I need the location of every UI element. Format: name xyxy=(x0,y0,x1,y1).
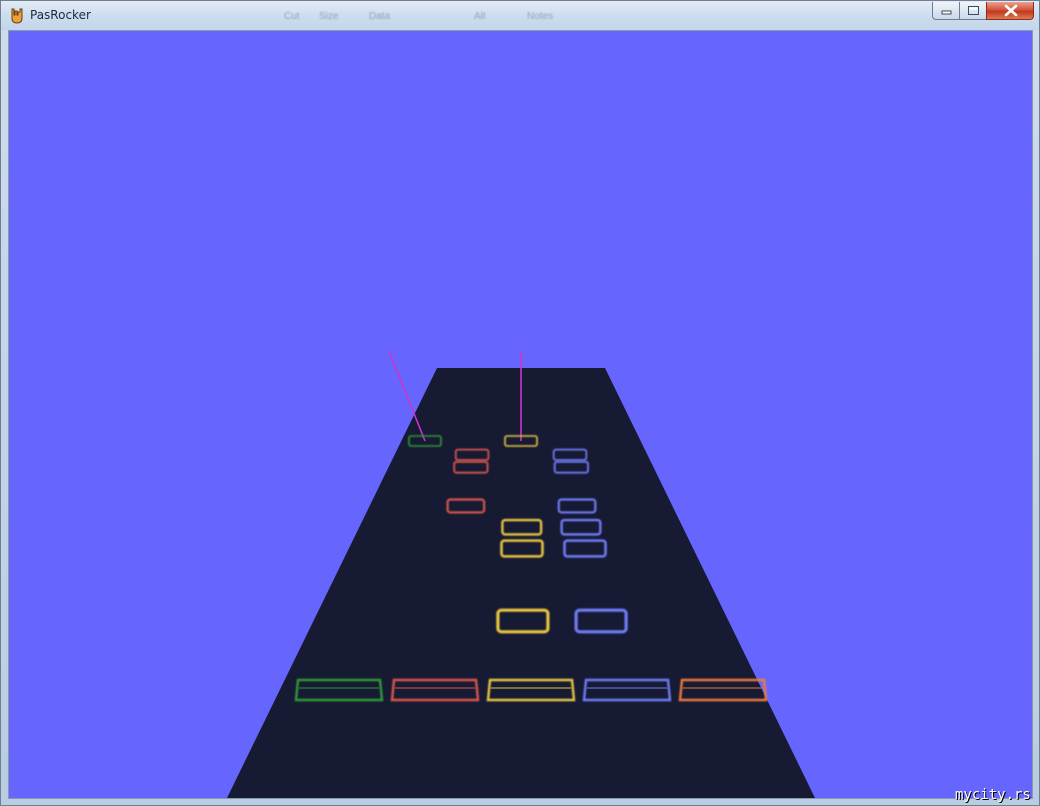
game-viewport xyxy=(8,30,1033,799)
title-bar[interactable]: PasRocker Cut Size Data Alt Notes xyxy=(1,1,1039,30)
maximize-button[interactable] xyxy=(959,2,986,20)
maximize-icon xyxy=(968,6,979,15)
window-title: PasRocker xyxy=(30,8,91,22)
minimize-icon xyxy=(941,10,952,15)
game-window: PasRocker Cut Size Data Alt Notes mycity… xyxy=(0,0,1040,806)
watermark-text: mycity.rs xyxy=(955,787,1031,803)
ghost-menu-item: Cut xyxy=(284,11,300,22)
ghost-menu-item: Notes xyxy=(527,11,554,22)
game-scene xyxy=(9,31,1032,798)
ghost-menu-item: Data xyxy=(369,11,391,22)
minimize-button[interactable] xyxy=(932,2,959,20)
rock-hand-icon xyxy=(11,8,23,24)
close-button[interactable] xyxy=(986,2,1034,20)
ghost-menu-item: Alt xyxy=(474,11,486,22)
close-icon xyxy=(1004,4,1018,17)
ghost-menu-item: Size xyxy=(319,11,339,22)
